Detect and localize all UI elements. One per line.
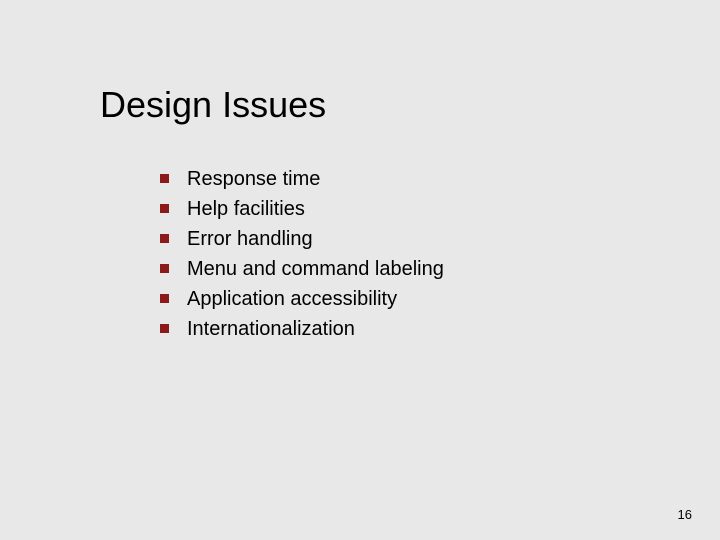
list-item: Menu and command labeling (160, 256, 460, 282)
list-item: Response time (160, 166, 460, 192)
list-item: Application accessibility (160, 286, 460, 312)
square-bullet-icon (160, 294, 169, 303)
bullet-text: Help facilities (187, 196, 305, 222)
bullet-text: Internationalization (187, 316, 355, 342)
bullet-text: Error handling (187, 226, 313, 252)
square-bullet-icon (160, 264, 169, 273)
page-number: 16 (678, 507, 692, 522)
bullet-text: Application accessibility (187, 286, 397, 312)
square-bullet-icon (160, 204, 169, 213)
square-bullet-icon (160, 234, 169, 243)
list-item: Error handling (160, 226, 460, 252)
slide: Design Issues Response time Help facilit… (0, 0, 720, 540)
bullet-text: Menu and command labeling (187, 256, 444, 282)
bullet-text: Response time (187, 166, 320, 192)
list-item: Internationalization (160, 316, 460, 342)
square-bullet-icon (160, 174, 169, 183)
list-item: Help facilities (160, 196, 460, 222)
bullet-list: Response time Help facilities Error hand… (160, 166, 460, 346)
square-bullet-icon (160, 324, 169, 333)
slide-title: Design Issues (100, 84, 326, 126)
